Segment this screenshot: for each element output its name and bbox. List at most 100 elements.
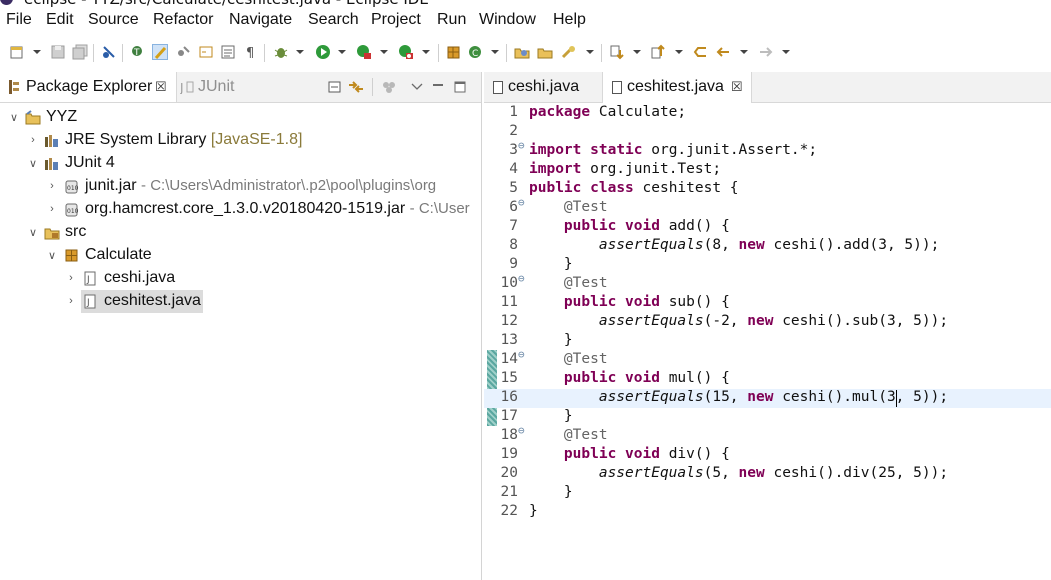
new-class-dropdown-icon[interactable] <box>491 44 499 60</box>
next-edit-dropdown-icon[interactable] <box>633 44 641 60</box>
menu-window[interactable]: Window <box>479 11 536 29</box>
code-line[interactable]: 16 assertEquals(15, new ceshi().mul(3, 5… <box>484 389 1051 408</box>
new-java-class-icon[interactable]: C <box>468 44 484 60</box>
new-java-package-icon[interactable] <box>446 44 462 60</box>
code-line[interactable]: 8 assertEquals(8, new ceshi().add(3, 5))… <box>484 237 1051 256</box>
code-line[interactable]: 2 <box>484 123 1051 142</box>
search-dropdown-icon[interactable] <box>586 44 594 60</box>
code-line[interactable]: 14 ⊖ @Test <box>484 348 1051 370</box>
code-line[interactable]: 7 public void add() { <box>484 218 1051 237</box>
code-line[interactable]: 12 assertEquals(-2, new ceshi().sub(3, 5… <box>484 313 1051 332</box>
tree-item-jre-system-library[interactable]: › JRE System Library [JavaSE-1.8] <box>0 129 481 152</box>
menu-run[interactable]: Run <box>437 11 466 29</box>
menu-project[interactable]: Project <box>371 11 421 29</box>
code-line[interactable]: 11 public void sub() { <box>484 294 1051 313</box>
debug-icon[interactable] <box>273 44 289 60</box>
show-whitespace-icon[interactable]: ¶ <box>243 44 259 61</box>
menu-refactor[interactable]: Refactor <box>153 11 213 29</box>
code-line[interactable]: 22} <box>484 503 1051 522</box>
code-line[interactable]: 4 import org.junit.Test; <box>484 161 1051 180</box>
menu-source[interactable]: Source <box>88 11 139 29</box>
code-line[interactable]: 13 } <box>484 332 1051 351</box>
expand-chevron-icon[interactable]: › <box>65 272 77 284</box>
view-menu-icon[interactable] <box>410 79 424 93</box>
code-line[interactable]: 9 } <box>484 256 1051 275</box>
open-type-icon[interactable]: T <box>130 44 146 60</box>
skip-breakpoints-icon[interactable] <box>101 44 117 60</box>
code-line[interactable]: 3 ⊖ import static org.junit.Assert.*; <box>484 139 1051 161</box>
save-icon[interactable] <box>50 44 66 60</box>
last-edit-location-icon[interactable] <box>692 44 708 60</box>
menu-file[interactable]: File <box>6 11 32 29</box>
menu-edit[interactable]: Edit <box>46 11 74 29</box>
fold-toggle-icon[interactable]: ⊖ <box>518 139 525 152</box>
tree-item-junit-jar[interactable]: › 010 junit.jar - C:\Users\Administrator… <box>0 175 481 198</box>
expand-chevron-icon[interactable]: › <box>46 180 58 192</box>
toggle-mark-occurrences-icon[interactable] <box>152 44 168 60</box>
tree-item-project[interactable]: ∨ YYZ <box>0 106 481 129</box>
expand-chevron-icon[interactable]: ∨ <box>27 157 39 170</box>
code-line[interactable]: 17 } <box>484 408 1051 427</box>
open-folder-icon[interactable] <box>537 44 553 60</box>
close-icon[interactable]: ☒ <box>731 79 743 95</box>
fold-toggle-icon[interactable]: ⊖ <box>518 196 525 209</box>
expand-chevron-icon[interactable]: ∨ <box>27 226 39 239</box>
forward-icon[interactable] <box>758 44 774 60</box>
editor-tab-ceshi-java[interactable]: ceshi.java <box>484 72 600 102</box>
code-line[interactable]: 20 assertEquals(5, new ceshi().div(25, 5… <box>484 465 1051 484</box>
tree-item-ceshitest-java[interactable]: › J ceshitest.java <box>0 290 481 313</box>
code-line[interactable]: 18 ⊖ @Test <box>484 424 1051 446</box>
forward-dropdown-icon[interactable] <box>782 44 790 60</box>
focus-on-active-task-icon[interactable] <box>382 79 396 93</box>
coverage-icon[interactable] <box>356 44 372 60</box>
expand-chevron-icon[interactable]: › <box>27 134 39 146</box>
block-selection-icon[interactable] <box>175 44 191 60</box>
run-icon[interactable] <box>315 44 331 60</box>
link-with-editor-icon[interactable] <box>348 79 363 93</box>
code-line[interactable]: 1 package Calculate; <box>484 104 1051 123</box>
prev-edit-dropdown-icon[interactable] <box>675 44 683 60</box>
new-dropdown-icon[interactable] <box>33 44 41 60</box>
external-tools-dropdown-icon[interactable] <box>422 44 430 60</box>
code-line[interactable]: 21 } <box>484 484 1051 503</box>
run-dropdown-icon[interactable] <box>338 44 346 60</box>
back-icon[interactable] <box>715 44 731 60</box>
code-line[interactable]: 10 ⊖ @Test <box>484 272 1051 294</box>
back-dropdown-icon[interactable] <box>740 44 748 60</box>
expand-chevron-icon[interactable]: › <box>46 203 58 215</box>
tab-package-explorer[interactable]: Package Explorer ☒ <box>0 72 177 102</box>
code-line[interactable]: 15 public void mul() { <box>484 370 1051 389</box>
menu-help[interactable]: Help <box>553 11 586 29</box>
minimize-icon[interactable] <box>431 79 445 93</box>
code-line[interactable]: 19 public void div() { <box>484 446 1051 465</box>
tree-item-ceshi-java[interactable]: › J ceshi.java <box>0 267 481 290</box>
prev-annotation-icon[interactable] <box>220 44 236 60</box>
external-tools-icon[interactable] <box>398 44 414 60</box>
fold-toggle-icon[interactable]: ⊖ <box>518 348 525 361</box>
expand-chevron-icon[interactable]: ∨ <box>46 249 58 262</box>
next-annotation-icon[interactable] <box>198 44 214 60</box>
prev-edit-location-icon[interactable] <box>650 44 666 60</box>
open-task-icon[interactable] <box>514 44 530 60</box>
tree-item-hamcrest-jar[interactable]: › 010 org.hamcrest.core_1.3.0.v20180420-… <box>0 198 481 221</box>
debug-dropdown-icon[interactable] <box>296 44 304 60</box>
collapse-all-icon[interactable] <box>328 79 342 93</box>
new-icon[interactable] <box>9 44 25 60</box>
search-icon[interactable] <box>561 44 577 60</box>
menu-navigate[interactable]: Navigate <box>229 11 292 29</box>
code-area[interactable]: 1 package Calculate; 2 3 ⊖ import static org.… <box>484 103 1051 580</box>
expand-chevron-icon[interactable]: › <box>65 295 77 307</box>
next-edit-location-icon[interactable] <box>609 44 625 60</box>
maximize-icon[interactable] <box>453 79 467 93</box>
tree-item-src[interactable]: ∨ src <box>0 221 481 244</box>
editor-tab-ceshitest-java[interactable]: ceshitest.java ☒ <box>602 72 752 103</box>
code-line[interactable]: 5 public class ceshitest { <box>484 180 1051 199</box>
code-line[interactable]: 6 ⊖ @Test <box>484 196 1051 218</box>
fold-toggle-icon[interactable]: ⊖ <box>518 272 525 285</box>
tree-item-junit-4[interactable]: ∨ JUnit 4 <box>0 152 481 175</box>
fold-toggle-icon[interactable]: ⊖ <box>518 424 525 437</box>
expand-chevron-icon[interactable]: ∨ <box>8 111 20 124</box>
menu-search[interactable]: Search <box>308 11 359 29</box>
save-all-icon[interactable] <box>72 44 88 60</box>
close-icon[interactable]: ☒ <box>155 79 167 95</box>
